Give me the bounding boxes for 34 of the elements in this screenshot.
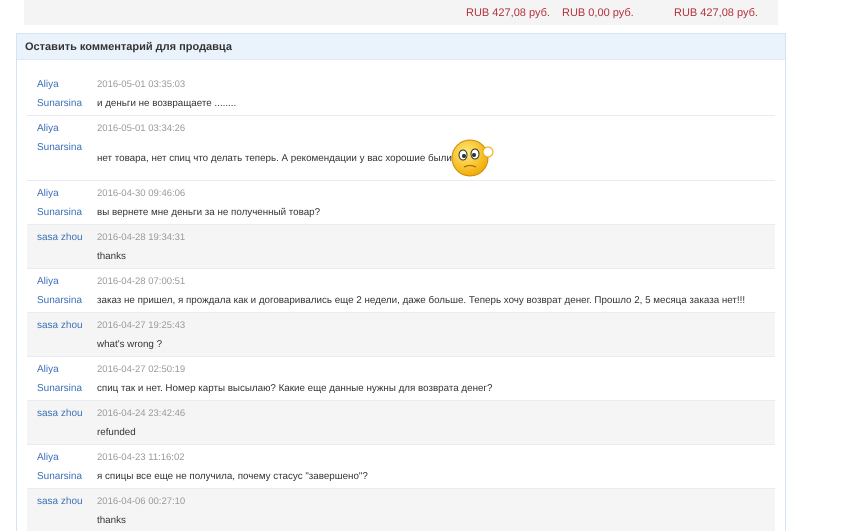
comment-text: thanks: [97, 514, 126, 528]
author-link[interactable]: sasa zhou: [37, 404, 97, 442]
author-link[interactable]: sasa zhou: [37, 316, 97, 354]
author-link[interactable]: Aliya Sunarsina: [37, 448, 97, 486]
price-text: RUB 0,00 руб.: [562, 6, 635, 18]
comment-text: refunded: [97, 426, 136, 440]
comment-time: 2016-04-28 07:00:51: [97, 275, 186, 289]
comment-time: 2016-04-23 11:16:02: [97, 451, 186, 465]
comment-text: заказ не пришел, я прождала как и договаривались еще 2 недели, даже больше. Теперь хочу возврат денег. Прошло 2, 5 месяца заказа нет!!!: [97, 294, 746, 308]
comment-text: и деньги не возвращаете ........: [97, 97, 236, 111]
author-link[interactable]: Aliya Sunarsina: [37, 272, 97, 310]
comment-time: 2016-04-27 02:50:19: [97, 363, 186, 377]
comment-text: я спицы все еще не получила, почему стасус "завершено"?: [97, 470, 368, 484]
comment-text: нет товара, нет спиц что делать теперь. А рекомендации у вас хорошие были: [97, 152, 452, 166]
comment-text: what's wrong ?: [97, 338, 162, 352]
price-text: RUB 427,08 руб.: [674, 6, 759, 18]
comment-time: 2016-04-06 00:27:10: [97, 495, 186, 509]
comment-time: 2016-05-01 03:35:03: [97, 78, 186, 92]
price-text: RUB 427,08 руб.: [466, 6, 551, 18]
comment-text: thanks: [97, 250, 126, 264]
comment-time: 2016-04-30 09:46:06: [97, 187, 186, 201]
author-link[interactable]: Aliya Sunarsina: [37, 75, 97, 113]
comment-time: 2016-04-24 23:42:46: [97, 407, 186, 421]
author-link[interactable]: Aliya Sunarsina: [37, 360, 97, 398]
comment-text: вы вернете мне деньги за не полученный товар?: [97, 206, 320, 220]
author-link[interactable]: sasa zhou: [37, 492, 97, 530]
author-link[interactable]: Aliya Sunarsina: [37, 119, 97, 178]
author-link[interactable]: Aliya Sunarsina: [37, 184, 97, 222]
comment-text: спиц так и нет. Номер карты высылаю? Какие еще данные нужны для возврата денег?: [97, 382, 492, 396]
author-link[interactable]: sasa zhou: [37, 228, 97, 266]
panel-title: Оставить комментарий для продавца: [17, 34, 785, 60]
comment-time: 2016-05-01 03:34:26: [97, 122, 186, 136]
comment-time: 2016-04-28 19:34:31: [97, 231, 186, 245]
comment-time: 2016-04-27 19:25:43: [97, 319, 186, 333]
